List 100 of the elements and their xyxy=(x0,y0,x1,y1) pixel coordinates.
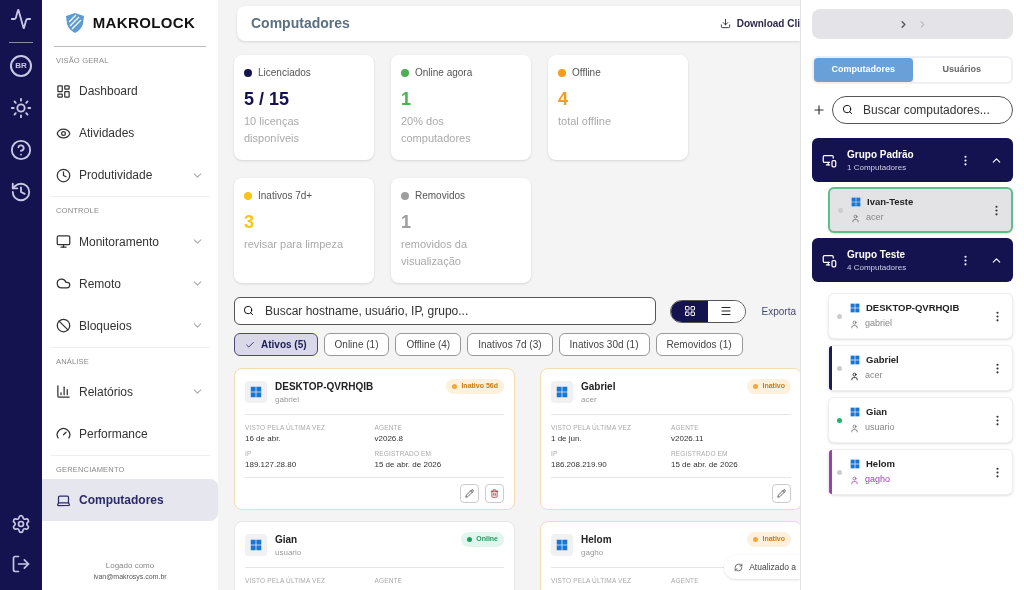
tab[interactable]: Usuários xyxy=(912,58,1011,82)
user-icon xyxy=(850,319,859,329)
user-icon xyxy=(851,213,860,223)
stat-note: total offline xyxy=(558,114,612,129)
download-button[interactable]: Download Cli xyxy=(719,16,800,31)
search-field[interactable]: Buscar hostname, usuário, IP, grupo... xyxy=(234,297,657,325)
nav-item[interactable]: Dashboard xyxy=(42,70,218,113)
nav-icon xyxy=(56,276,71,291)
field-value: 186.208.219.90 xyxy=(551,458,608,471)
nav-item[interactable]: Relatórios xyxy=(42,370,218,413)
windows-icon xyxy=(556,539,568,551)
hostname: Helom xyxy=(581,533,613,547)
nav-item[interactable]: Monitoramento xyxy=(42,220,218,263)
page-title: Computadores xyxy=(251,14,351,33)
filter-chip[interactable]: Removidos (1) xyxy=(655,333,743,356)
computer-name: Helom xyxy=(866,457,896,472)
field-value: v2026.8 xyxy=(374,432,404,445)
hostname: Gian xyxy=(275,533,299,547)
trash-icon xyxy=(490,488,499,498)
computer-user: acer xyxy=(865,369,883,383)
stat-value: 4 xyxy=(558,88,569,111)
theme-icon[interactable] xyxy=(10,97,32,119)
list-icon xyxy=(720,305,733,317)
windows-icon xyxy=(851,197,861,208)
group-header[interactable]: Grupo Teste 4 Computadores xyxy=(812,238,1013,282)
search-icon xyxy=(243,305,254,316)
download-icon xyxy=(719,18,731,29)
group-name: Grupo Teste xyxy=(847,247,907,262)
updated-toast: Atualizado a xyxy=(724,555,800,579)
username: gabriel xyxy=(275,394,300,406)
nav-icon xyxy=(56,492,71,508)
nav-item[interactable]: Performance xyxy=(42,412,218,455)
stat-note: 10 licenças disponíveis xyxy=(244,114,301,146)
stat-label: Offline xyxy=(572,66,601,80)
settings-icon[interactable] xyxy=(11,514,31,534)
windows-icon xyxy=(850,459,860,470)
nav-icon xyxy=(56,167,71,183)
stat-label: Online agora xyxy=(415,66,473,80)
nav-item[interactable]: Produtividade xyxy=(42,154,218,197)
shield-logo-icon xyxy=(64,12,85,34)
nav-icon xyxy=(56,384,71,400)
group-header[interactable]: Grupo Padrão 1 Computadores xyxy=(812,138,1013,182)
windows-icon xyxy=(850,303,860,314)
hostname: DESKTOP-QVRHQIB xyxy=(275,380,375,394)
user-icon xyxy=(850,371,859,381)
field-value: 1 de jun. xyxy=(551,432,583,445)
computer-user: acer xyxy=(866,211,884,225)
field-value: 16 de abr. xyxy=(245,432,282,445)
computer-user: usuario xyxy=(865,421,895,435)
field-value: 15 de abr. de 2026 xyxy=(671,458,739,471)
nav-icon xyxy=(56,234,71,249)
grid-view-button[interactable] xyxy=(671,300,708,322)
logout-icon[interactable] xyxy=(11,554,31,574)
history-icon[interactable] xyxy=(10,181,32,203)
delete-button[interactable] xyxy=(485,483,504,503)
nav-item[interactable]: Remoto xyxy=(42,262,218,305)
stat-label: Removidos xyxy=(415,189,466,203)
computer-search-field[interactable]: Buscar computadores... xyxy=(832,96,1013,124)
edit-button[interactable] xyxy=(460,483,479,503)
nav-icon xyxy=(56,83,71,99)
add-icon[interactable] xyxy=(812,103,826,117)
language-button[interactable]: BR xyxy=(10,55,32,77)
nav-item[interactable]: Bloqueios xyxy=(42,304,218,347)
stat-note: revisar para limpeza xyxy=(244,237,345,252)
computer-name: Gabriel xyxy=(866,353,899,368)
computer-list-item[interactable]: Gabriel acer xyxy=(828,345,1013,391)
nav-item[interactable]: Computadores xyxy=(42,479,218,521)
stat-value: 3 xyxy=(244,211,255,234)
computer-name: Ivan-Teste xyxy=(867,195,914,210)
username: acer xyxy=(581,394,598,406)
export-link[interactable]: Exporta xyxy=(761,303,796,319)
group-count: 4 Computadores xyxy=(847,261,908,274)
computer-list-item[interactable]: Ivan-Teste acer xyxy=(828,187,1013,233)
windows-icon xyxy=(250,386,262,398)
computer-list-item[interactable]: DESKTOP-QVRHQIB gabriel xyxy=(828,293,1013,339)
edit-button[interactable] xyxy=(772,483,791,503)
help-icon[interactable] xyxy=(10,139,32,161)
user-icon xyxy=(850,475,859,485)
filter-chip[interactable]: Inativos 7d (3) xyxy=(467,333,553,356)
computer-user: gabriel xyxy=(865,317,893,331)
stat-note: 20% dos computadores xyxy=(401,114,472,146)
computer-list-item[interactable]: Helom gagho xyxy=(828,449,1013,495)
filter-chip[interactable]: Ativos (5) xyxy=(234,333,318,356)
filter-chip[interactable]: Online (1) xyxy=(323,333,390,356)
filter-chip[interactable]: Inativos 30d (1) xyxy=(558,333,650,356)
nav-icon xyxy=(56,318,71,333)
computer-user: gagho xyxy=(865,473,891,487)
stat-value: 1 xyxy=(401,88,412,111)
nav-item[interactable]: Atividades xyxy=(42,112,218,155)
list-view-button[interactable] xyxy=(707,300,745,322)
username: usuario xyxy=(275,547,303,559)
filter-chip[interactable]: Offline (4) xyxy=(395,333,462,356)
refresh-icon xyxy=(734,562,744,572)
devices-icon xyxy=(822,152,837,168)
computer-list-item[interactable]: Gian usuario xyxy=(828,397,1013,443)
group-count: 1 Computadores xyxy=(847,161,908,174)
activity-icon[interactable] xyxy=(10,8,32,30)
hostname: Gabriel xyxy=(581,380,617,394)
windows-icon xyxy=(850,355,860,366)
username: gagho xyxy=(581,547,605,559)
